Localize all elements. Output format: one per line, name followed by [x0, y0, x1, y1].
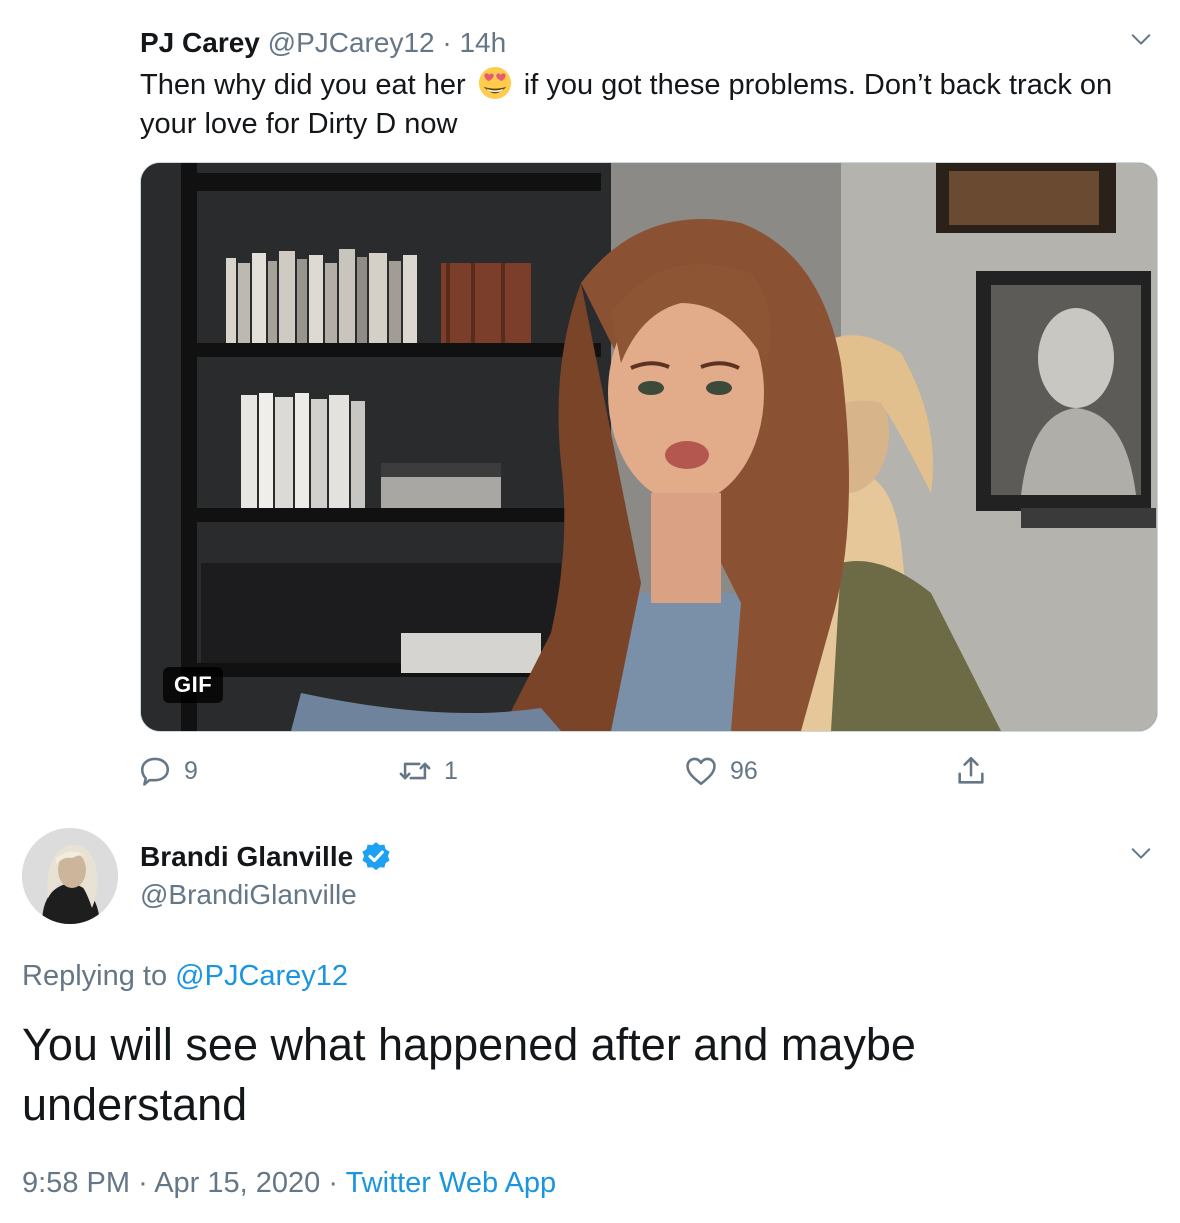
avatar-image: [22, 828, 118, 924]
tweet-separator: ·: [442, 27, 452, 58]
tweet-author-handle[interactable]: @PJCarey12: [268, 27, 435, 58]
meta-separator-2: ·: [328, 1167, 339, 1199]
meta-separator-1: ·: [138, 1167, 148, 1199]
gif-badge: GIF: [163, 667, 224, 703]
reply-author[interactable]: Brandi Glanville: [140, 838, 393, 876]
avatar[interactable]: [22, 828, 118, 924]
tweet-author-name[interactable]: PJ Carey: [140, 27, 260, 58]
retweet-action[interactable]: 1: [398, 752, 458, 790]
gif-scene-image: [141, 163, 1157, 731]
reply-author-name[interactable]: Brandi Glanville: [140, 838, 353, 876]
like-count: 96: [730, 756, 758, 785]
retweet-count: 1: [444, 756, 458, 785]
reply-chevron-down-icon[interactable]: [1130, 842, 1152, 864]
reply-text: You will see what happened after and may…: [22, 1019, 916, 1130]
reply-source-link[interactable]: Twitter Web App: [346, 1167, 557, 1199]
tweet-gif-media[interactable]: GIF: [140, 162, 1158, 732]
chevron-down-icon[interactable]: [1130, 28, 1152, 50]
heart-eyes-emoji: [478, 66, 511, 100]
share-action[interactable]: [954, 752, 1000, 790]
replying-to-label: Replying to: [22, 960, 168, 992]
reply-count: 9: [184, 756, 198, 785]
tweet-header: PJ Carey @PJCarey12 · 14h: [140, 24, 506, 62]
tweet-time[interactable]: 14h: [459, 27, 506, 58]
share-icon: [958, 756, 984, 784]
retweet-icon: [399, 762, 431, 780]
replying-to-handle-link[interactable]: @PJCarey12: [175, 960, 348, 992]
replying-to: Replying to @PJCarey12: [22, 956, 348, 996]
reply-icon: [140, 757, 170, 786]
reply-time[interactable]: 9:58 PM: [22, 1167, 130, 1199]
reply-date[interactable]: Apr 15, 2020: [154, 1167, 320, 1199]
tweet-text-part-1: Then why did you eat her: [140, 69, 466, 101]
reply-author-handle[interactable]: @BrandiGlanville: [140, 876, 357, 914]
verified-badge-icon: [362, 842, 390, 871]
reply-metadata: 9:58 PM · Apr 15, 2020 · Twitter Web App: [22, 1163, 556, 1203]
reply-action[interactable]: 9: [138, 752, 198, 790]
tweet-text: Then why did you eat her if you got thes…: [140, 66, 1150, 144]
like-icon: [686, 757, 716, 786]
like-action[interactable]: 96: [684, 752, 758, 790]
